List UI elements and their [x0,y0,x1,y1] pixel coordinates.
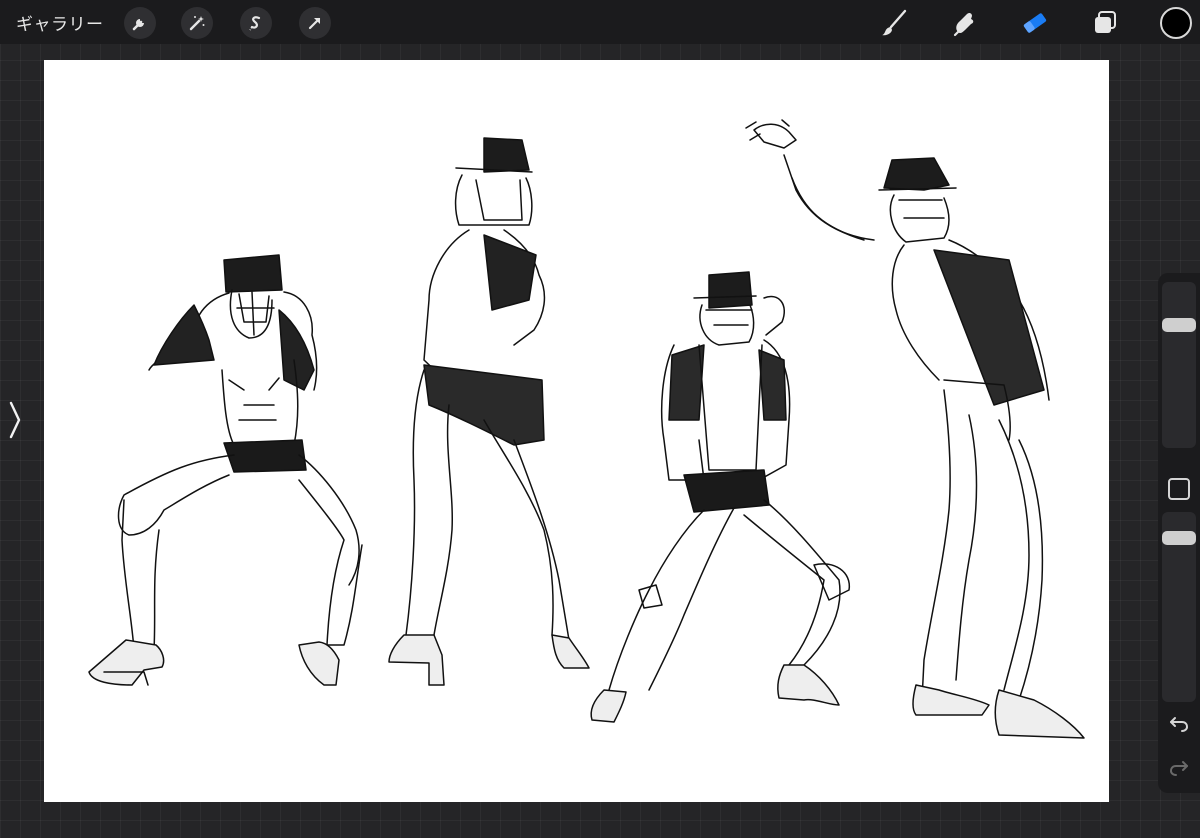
eraser-icon[interactable] [1017,6,1053,40]
top-toolbar: ギャラリー [0,0,1200,44]
color-swatch[interactable] [1160,7,1192,39]
brush-size-slider-thumb[interactable] [1162,318,1196,332]
wrench-icon[interactable] [124,7,156,39]
smudge-icon[interactable] [946,6,982,40]
redo-icon[interactable] [1168,756,1190,778]
sketch-artwork [88,119,1085,739]
square-modify-icon[interactable] [1168,478,1190,500]
brush-size-slider[interactable] [1162,282,1196,448]
magic-wand-icon[interactable] [181,7,213,39]
figure-sketch-4 [745,119,1085,739]
selection-icon[interactable] [240,7,272,39]
chevron-right-icon[interactable] [4,398,26,442]
transform-arrow-icon[interactable] [299,7,331,39]
figure-sketch-1 [88,254,363,686]
brush-icon[interactable] [876,6,912,40]
layers-icon[interactable] [1087,6,1123,40]
figure-sketch-3 [590,271,850,723]
gallery-button[interactable]: ギャラリー [16,10,104,35]
drawing-canvas[interactable] [44,60,1109,802]
opacity-slider-thumb[interactable] [1162,531,1196,545]
figure-sketch-2 [388,137,590,686]
undo-icon[interactable] [1168,712,1190,734]
